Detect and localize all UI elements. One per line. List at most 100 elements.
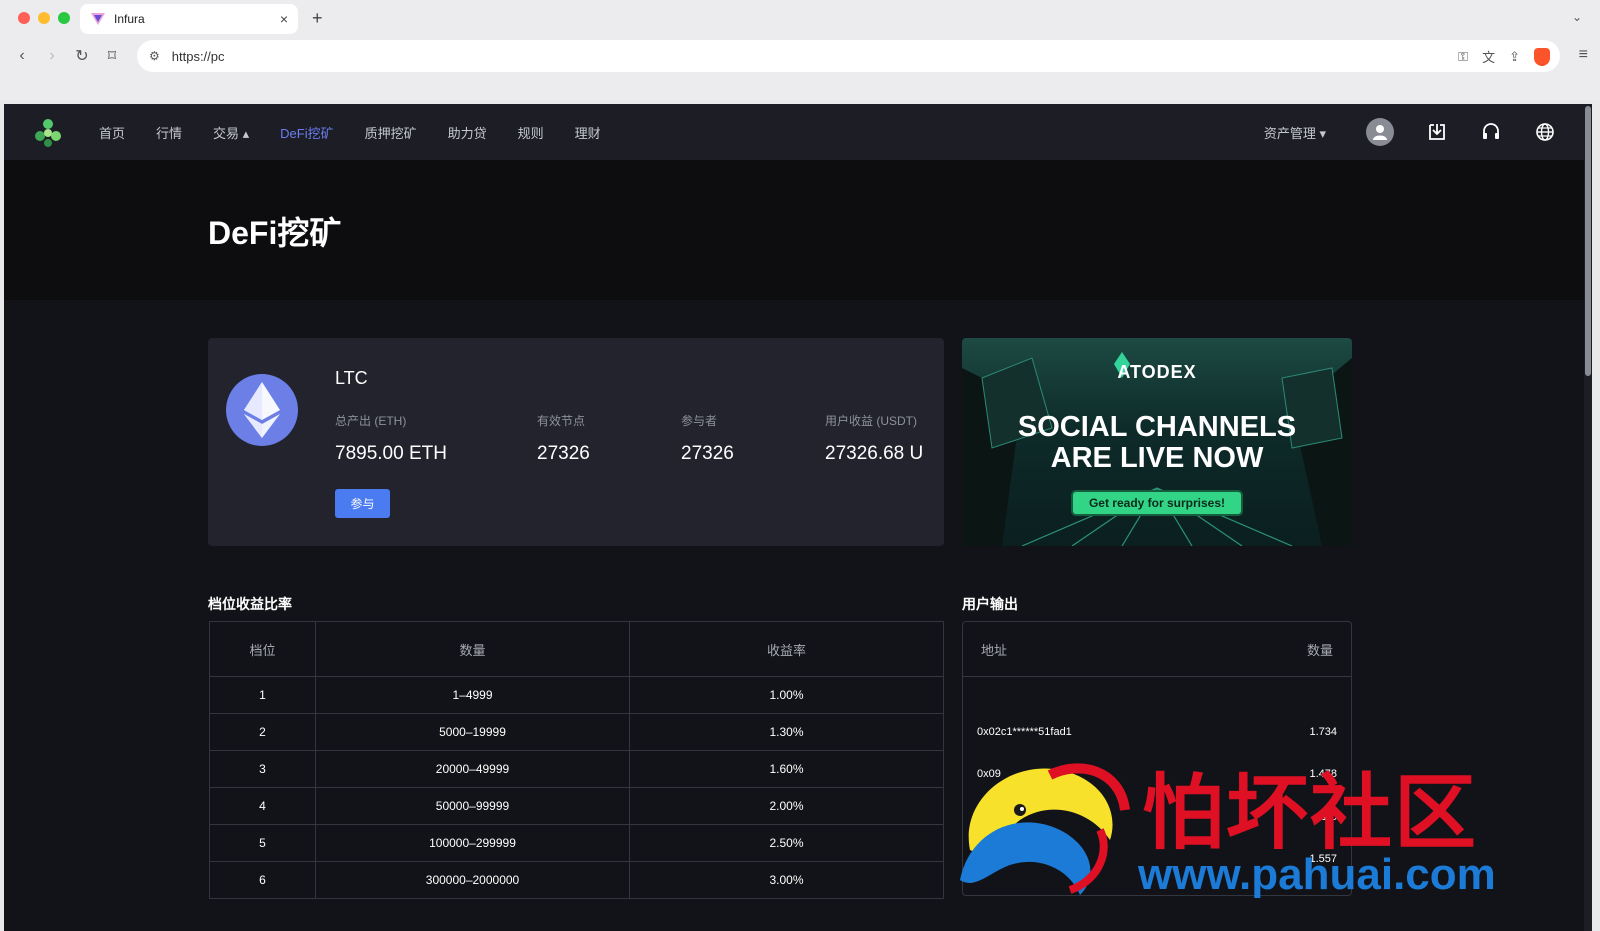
nav-finance[interactable]: 理财 <box>575 123 601 142</box>
watermark: 怕坏社区 www.pahuai.com <box>950 740 1570 920</box>
column-header: 数量 <box>1306 642 1333 658</box>
nav-market[interactable]: 行情 <box>156 123 182 142</box>
brave-shield-icon[interactable] <box>1534 47 1550 66</box>
nav-staking-mining[interactable]: 质押挖矿 <box>365 123 417 142</box>
bookmark-icon[interactable]: ⌑ <box>97 46 127 66</box>
column-header: 收益率 <box>629 621 944 677</box>
download-icon[interactable] <box>1426 121 1448 143</box>
new-tab-button[interactable]: + <box>312 8 323 29</box>
browser-chrome: Infura × + ⌄ ‹ › ↻ ⌑ ⚙ https://pc ⚿ 文 ⇪ … <box>0 0 1600 100</box>
tier-cell: 1 <box>209 676 316 714</box>
banner-cta[interactable]: Get ready for surprises! <box>1071 490 1243 516</box>
table-row: 1 1–4999 1.00% <box>209 676 944 714</box>
close-window-button[interactable] <box>18 12 30 24</box>
tier-cell: 4 <box>209 787 316 825</box>
address-cell: 0x02c1******51fad1 <box>977 726 1072 738</box>
tab-list-chevron-icon[interactable]: ⌄ <box>1572 10 1582 24</box>
quantity-cell: 5000–19999 <box>315 713 630 751</box>
banner-headline-line2: ARE LIVE NOW <box>1050 442 1264 474</box>
list-item: 0x02c1******51fad1 1.734 <box>977 726 1337 738</box>
rate-cell: 1.30% <box>629 713 944 751</box>
page-scrollbar[interactable] <box>1584 104 1592 931</box>
tab-title: Infura <box>114 12 145 26</box>
tier-cell: 3 <box>209 750 316 788</box>
ethereum-icon <box>226 374 298 446</box>
table-row: 6 300000–2000000 3.00% <box>209 861 944 899</box>
browser-toolbar: ‹ › ↻ ⌑ ⚙ https://pc ⚿ 文 ⇪ ≡ <box>0 38 1600 74</box>
rate-cell: 1.60% <box>629 750 944 788</box>
translate-icon[interactable]: 文 <box>1482 47 1495 66</box>
url-text: https://pc <box>171 48 225 64</box>
stat-user-earnings: 用户收益 (USDT) 27326.68 U <box>825 412 923 465</box>
promo-banner[interactable]: ATODEX SOCIAL CHANNELS ARE LIVE NOW Get … <box>962 338 1352 546</box>
address-actions: ⚿ 文 ⇪ <box>1458 47 1550 66</box>
coin-name: LTC <box>335 368 368 388</box>
infura-favicon-icon <box>91 13 105 25</box>
quantity-cell: 100000–299999 <box>315 824 630 862</box>
quantity-cell: 300000–2000000 <box>315 861 630 899</box>
join-button[interactable]: 参与 <box>335 489 390 518</box>
globe-icon[interactable] <box>1534 121 1556 143</box>
banner-headline: SOCIAL CHANNELS ARE LIVE NOW <box>962 412 1352 474</box>
table-header-row: 地址 数量 <box>963 622 1351 677</box>
tab-close-icon[interactable]: × <box>280 11 288 27</box>
nav-right-actions: 资产管理 ▾ <box>1264 104 1556 160</box>
stat-participants: 参与者 27326 <box>681 412 734 465</box>
banner-brand: ATODEX <box>1117 362 1197 382</box>
rate-cell: 2.50% <box>629 824 944 862</box>
column-header: 档位 <box>209 621 316 677</box>
asset-management-dropdown[interactable]: 资产管理 ▾ <box>1264 123 1326 142</box>
stat-label: 参与者 <box>681 414 718 428</box>
forward-icon[interactable]: › <box>37 47 67 65</box>
stat-valid-nodes: 有效节点 27326 <box>537 412 590 465</box>
scrollbar-thumb[interactable] <box>1585 106 1591 376</box>
stat-value: 27326 <box>681 443 734 464</box>
table-header-row: 档位 数量 收益率 <box>209 621 944 677</box>
key-icon[interactable]: ⚿ <box>1458 49 1468 65</box>
nav-home[interactable]: 首页 <box>99 123 125 142</box>
stat-value: 7895.00 ETH <box>335 443 447 464</box>
hero-section: DeFi挖矿 <box>4 160 1592 300</box>
watermark-text: 怕坏社区 <box>1142 765 1479 861</box>
stat-value: 27326 <box>537 443 590 464</box>
tier-cell: 2 <box>209 713 316 751</box>
main-nav: 首页 行情 交易 ▴ DeFi挖矿 质押挖矿 助力贷 规则 理财 <box>99 104 632 160</box>
site-settings-icon[interactable]: ⚙ <box>149 49 160 63</box>
mining-pool-card: LTC 总产出 (ETH) 7895.00 ETH 有效节点 27326 参与者… <box>208 338 944 546</box>
banner-headline-line1: SOCIAL CHANNELS <box>1017 411 1297 443</box>
stat-label: 用户收益 (USDT) <box>825 414 917 428</box>
stat-value: 27326.68 U <box>825 443 924 464</box>
table-row: 4 50000–99999 2.00% <box>209 787 944 825</box>
table-row: 2 5000–19999 1.30% <box>209 713 944 751</box>
address-bar[interactable]: ⚙ https://pc ⚿ 文 ⇪ <box>137 40 1560 72</box>
stat-total-output: 总产出 (ETH) 7895.00 ETH <box>335 412 447 465</box>
amount-cell: 1.734 <box>1309 726 1337 738</box>
site-navbar: 首页 行情 交易 ▴ DeFi挖矿 质押挖矿 助力贷 规则 理财 资产管理 ▾ <box>4 104 1592 160</box>
page-title: DeFi挖矿 <box>208 215 342 251</box>
nav-loan[interactable]: 助力贷 <box>448 123 487 142</box>
watermark-url: www.pahuai.com <box>1138 850 1496 899</box>
share-icon[interactable]: ⇪ <box>1509 49 1520 65</box>
maximize-window-button[interactable] <box>58 12 70 24</box>
rate-cell: 1.00% <box>629 676 944 714</box>
nav-defi-mining[interactable]: DeFi挖矿 <box>280 123 333 142</box>
browser-menu-icon[interactable]: ≡ <box>1579 46 1588 64</box>
site-logo-icon[interactable] <box>32 116 64 148</box>
rate-cell: 2.00% <box>629 787 944 825</box>
window-controls <box>18 12 70 24</box>
back-icon[interactable]: ‹ <box>7 47 37 65</box>
nav-trade[interactable]: 交易 ▴ <box>213 123 249 142</box>
column-header: 数量 <box>315 621 630 677</box>
quantity-cell: 1–4999 <box>315 676 630 714</box>
tier-section-title: 档位收益比率 <box>208 596 292 612</box>
avatar[interactable] <box>1366 118 1394 146</box>
minimize-window-button[interactable] <box>38 12 50 24</box>
tier-rate-table: 档位 数量 收益率 1 1–4999 1.00% 2 5000–19999 1.… <box>209 621 944 899</box>
browser-tab[interactable]: Infura × <box>80 4 298 34</box>
stat-label: 有效节点 <box>537 414 586 428</box>
user-output-title: 用户输出 <box>962 596 1018 612</box>
reload-icon[interactable]: ↻ <box>67 46 97 66</box>
nav-rules[interactable]: 规则 <box>518 123 544 142</box>
headset-icon[interactable] <box>1480 121 1502 143</box>
fish-logo-icon <box>960 763 1130 895</box>
